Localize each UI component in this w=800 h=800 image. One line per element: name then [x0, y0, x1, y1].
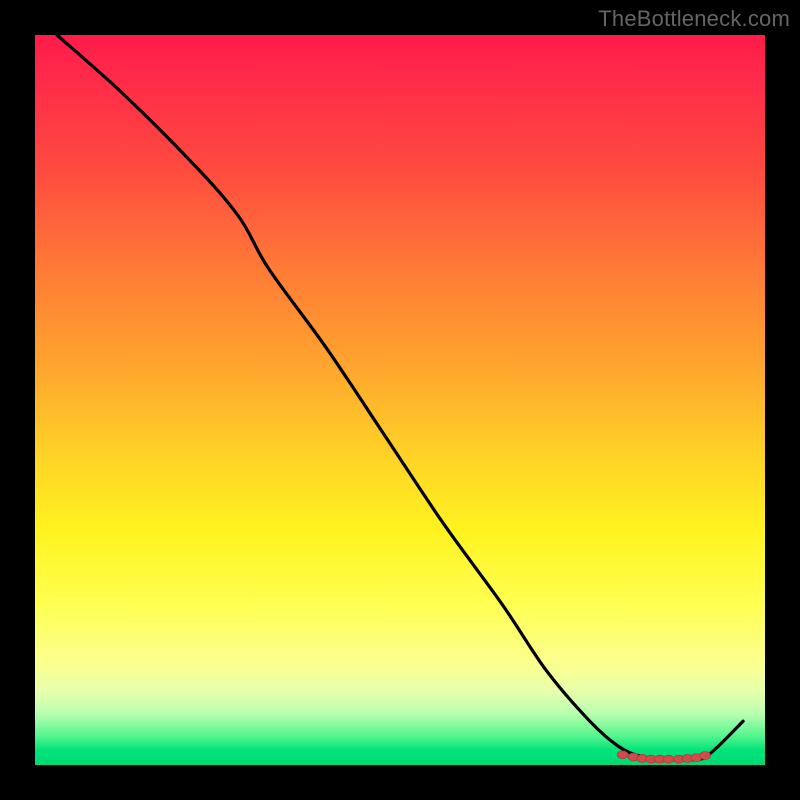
data-point: [700, 751, 711, 759]
data-point: [617, 751, 628, 759]
chart-frame: TheBottleneck.com: [0, 0, 800, 800]
bottleneck-curve: [57, 35, 743, 760]
plot-area: [35, 35, 765, 765]
data-point: [663, 755, 674, 763]
watermark-text: TheBottleneck.com: [598, 6, 790, 32]
line-chart-svg: [35, 35, 765, 765]
